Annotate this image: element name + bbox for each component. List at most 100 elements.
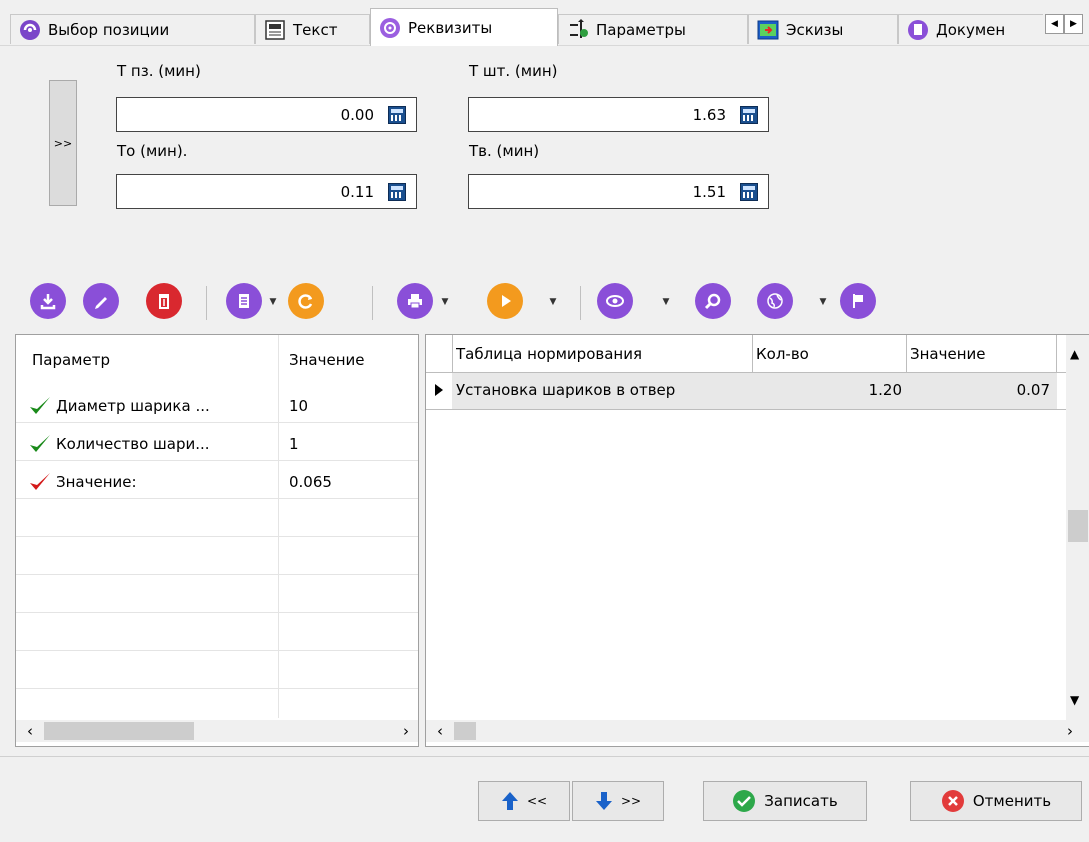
tab-label: Выбор позиции xyxy=(48,20,170,39)
save-label: Записать xyxy=(764,792,838,810)
play-dropdown-icon[interactable]: ▼ xyxy=(548,297,558,307)
table-row[interactable]: Диаметр шарика ... xyxy=(28,392,278,420)
next-button[interactable]: >> xyxy=(572,781,664,821)
t-pz-value: 0.00 xyxy=(340,105,374,124)
tab-scroll-left-icon[interactable]: ◀ xyxy=(1045,14,1064,34)
vertical-scrollbar[interactable]: ▲ ▼ xyxy=(1066,335,1089,720)
parameters-grid: Параметр Значение Диаметр шарика ... 10 … xyxy=(15,334,419,747)
column-header-value[interactable]: Значение xyxy=(289,349,418,371)
t-pz-field[interactable]: 0.00 xyxy=(116,97,417,132)
parameter-value[interactable]: 10 xyxy=(289,392,409,420)
table-row[interactable]: Количество шари... xyxy=(28,430,278,458)
arrow-up-icon xyxy=(501,792,518,810)
cancel-button[interactable]: Отменить xyxy=(910,781,1082,821)
tab-scroll-right-icon[interactable]: ▶ xyxy=(1064,14,1083,34)
search-icon[interactable] xyxy=(695,283,731,319)
horizontal-scrollbar[interactable]: ‹ › xyxy=(426,720,1089,742)
t-o-value: 0.11 xyxy=(340,182,374,201)
flag-icon[interactable] xyxy=(840,283,876,319)
toolbar-separator xyxy=(580,286,581,320)
norm-quantity[interactable]: 1.20 xyxy=(756,379,902,401)
sketches-icon xyxy=(757,19,779,41)
tab-label: Реквизиты xyxy=(408,18,493,37)
documents-icon xyxy=(907,19,929,41)
view-dropdown-icon[interactable]: ▼ xyxy=(661,297,671,307)
arrow-down-icon xyxy=(595,792,612,810)
tab-label: Эскизы xyxy=(786,20,844,39)
t-sht-label: Т шт. (мин) xyxy=(469,62,558,80)
save-button[interactable]: Записать xyxy=(703,781,867,821)
norm-value[interactable]: 0.07 xyxy=(910,379,1050,401)
scroll-thumb[interactable] xyxy=(454,722,476,740)
row-pointer-icon xyxy=(434,379,450,401)
tab-requisites[interactable]: Реквизиты xyxy=(370,8,558,46)
tab-parameters[interactable]: Параметры xyxy=(558,14,748,44)
scroll-right-icon[interactable]: › xyxy=(1050,722,1089,740)
import-icon[interactable] xyxy=(30,283,66,319)
tab-sketches[interactable]: Эскизы xyxy=(748,14,898,44)
previous-button[interactable]: << xyxy=(478,781,570,821)
check-circle-icon xyxy=(733,790,756,812)
requisites-icon xyxy=(379,17,401,39)
column-header-parameter[interactable]: Параметр xyxy=(32,349,272,371)
t-v-label: Тв. (мин) xyxy=(469,142,540,160)
tab-label: Докумен xyxy=(936,20,1006,39)
norms-grid: Таблица нормирования Кол-во Значение Уст… xyxy=(425,334,1089,747)
globe-dropdown-icon[interactable]: ▼ xyxy=(818,297,828,307)
scroll-down-icon[interactable]: ▼ xyxy=(1070,693,1079,707)
play-icon[interactable] xyxy=(487,283,523,319)
document-icon[interactable] xyxy=(226,283,262,319)
t-o-label: То (мин). xyxy=(117,142,188,160)
parameter-name: Значение: xyxy=(56,473,137,491)
scroll-right-icon[interactable]: › xyxy=(392,722,418,740)
scroll-left-icon[interactable]: ‹ xyxy=(16,722,44,740)
previous-label: << xyxy=(526,794,548,808)
parameter-name: Диаметр шарика ... xyxy=(56,397,210,415)
position-select-icon xyxy=(19,19,41,41)
toolbar: ▼ ▼ ▼ ▼ ▼ xyxy=(0,283,1089,323)
check-icon xyxy=(30,473,50,490)
print-icon[interactable] xyxy=(397,283,433,319)
calculator-icon[interactable] xyxy=(740,182,758,201)
edit-icon[interactable] xyxy=(83,283,119,319)
view-icon[interactable] xyxy=(597,283,633,319)
text-document-icon xyxy=(264,19,286,41)
close-circle-icon xyxy=(941,790,964,812)
t-sht-field[interactable]: 1.63 xyxy=(468,97,769,132)
document-dropdown-icon[interactable]: ▼ xyxy=(268,297,278,307)
parameter-name: Количество шари... xyxy=(56,435,210,453)
globe-icon[interactable] xyxy=(757,283,793,319)
t-o-field[interactable]: 0.11 xyxy=(116,174,417,209)
t-v-value: 1.51 xyxy=(692,182,726,201)
tab-documents[interactable]: Докумен xyxy=(898,14,1043,44)
tab-position-select[interactable]: Выбор позиции xyxy=(10,14,255,44)
refresh-icon[interactable] xyxy=(288,283,324,319)
t-v-field[interactable]: 1.51 xyxy=(468,174,769,209)
tab-label: Текст xyxy=(293,20,338,39)
tab-text[interactable]: Текст xyxy=(255,14,370,44)
footer-divider xyxy=(0,756,1089,757)
t-sht-value: 1.63 xyxy=(692,105,726,124)
parameter-value[interactable]: 0.065 xyxy=(289,468,409,496)
scroll-thumb[interactable] xyxy=(1068,510,1088,542)
calculator-icon[interactable] xyxy=(388,105,406,124)
norm-name[interactable]: Установка шариков в отвер xyxy=(456,379,750,401)
tab-bar: Выбор позиции Текст Реквизиты Параметры … xyxy=(0,0,1089,46)
column-header-norm-table[interactable]: Таблица нормирования xyxy=(456,343,750,365)
horizontal-scrollbar[interactable]: ‹ › xyxy=(16,720,418,742)
calculator-icon[interactable] xyxy=(388,182,406,201)
calculator-icon[interactable] xyxy=(740,105,758,124)
table-row[interactable]: Значение: xyxy=(28,468,278,496)
expand-panel-button[interactable]: >> xyxy=(49,80,77,206)
scroll-left-icon[interactable]: ‹ xyxy=(426,722,454,740)
parameter-value[interactable]: 1 xyxy=(289,430,409,458)
delete-icon[interactable] xyxy=(146,283,182,319)
toolbar-separator xyxy=(372,286,373,320)
scroll-up-icon[interactable]: ▲ xyxy=(1070,347,1079,361)
tab-scroll-arrows: ◀ ▶ xyxy=(1045,14,1085,36)
scroll-thumb[interactable] xyxy=(44,722,194,740)
column-header-norm-value[interactable]: Значение xyxy=(910,343,1055,365)
column-header-quantity[interactable]: Кол-во xyxy=(756,343,904,365)
print-dropdown-icon[interactable]: ▼ xyxy=(440,297,450,307)
next-label: >> xyxy=(620,794,642,808)
